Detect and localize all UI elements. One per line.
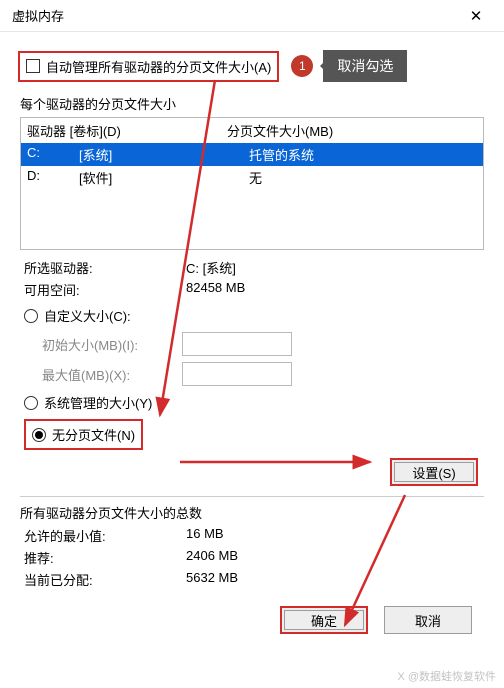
radio-icon — [24, 309, 38, 323]
max-input[interactable] — [182, 362, 292, 386]
hdr-drive: 驱动器 [卷标](D) — [27, 121, 227, 140]
selected-label: 所选驱动器: — [24, 258, 186, 277]
drive-row[interactable]: D: [软件] 无 — [21, 166, 483, 189]
ok-button[interactable]: 确定 — [280, 606, 368, 634]
hdr-size: 分页文件大小(MB) — [227, 121, 333, 140]
drive-letter: D: — [27, 168, 79, 187]
totals-section-label: 所有驱动器分页文件大小的总数 — [20, 503, 484, 522]
radio-label: 自定义大小(C): — [44, 306, 131, 325]
set-button[interactable]: 设置(S) — [390, 458, 478, 486]
min-value: 16 MB — [186, 526, 224, 545]
space-label: 可用空间: — [24, 280, 186, 299]
rec-label: 推荐: — [24, 548, 186, 567]
drive-size: 托管的系统 — [249, 145, 314, 164]
step-badge-1: 1 — [291, 55, 313, 77]
initial-label: 初始大小(MB)(I): — [42, 335, 182, 354]
window-title: 虚拟内存 — [8, 6, 456, 25]
no-paging-highlight: 无分页文件(N) — [24, 419, 143, 450]
min-label: 允许的最小值: — [24, 526, 186, 545]
drive-letter: C: — [27, 145, 79, 164]
radio-system-managed[interactable]: 系统管理的大小(Y) — [24, 393, 480, 412]
auto-manage-checkbox-highlight: 自动管理所有驱动器的分页文件大小(A) — [18, 51, 279, 82]
auto-manage-checkbox[interactable] — [26, 59, 40, 73]
dialog-body: 自动管理所有驱动器的分页文件大小(A) 1 取消勾选 每个驱动器的分页文件大小 … — [0, 32, 504, 644]
callout-text: 取消勾选 — [323, 50, 407, 82]
drive-list: 驱动器 [卷标](D) 分页文件大小(MB) C: [系统] 托管的系统 D: … — [20, 117, 484, 250]
max-label: 最大值(MB)(X): — [42, 365, 182, 384]
titlebar: 虚拟内存 ✕ — [0, 0, 504, 32]
drive-row[interactable]: C: [系统] 托管的系统 — [21, 143, 483, 166]
available-space: 可用空间: 82458 MB — [24, 280, 480, 299]
dialog-buttons: 确定 取消 — [14, 592, 490, 634]
drive-label: [软件] — [79, 168, 249, 187]
cur-value: 5632 MB — [186, 570, 238, 589]
drives-section-label: 每个驱动器的分页文件大小 — [20, 94, 484, 113]
cancel-button[interactable]: 取消 — [384, 606, 472, 634]
cancel-button-label: 取消 — [415, 611, 441, 630]
cur-label: 当前已分配: — [24, 570, 186, 589]
radio-icon — [24, 396, 38, 410]
radio-icon — [32, 428, 46, 442]
watermark: X @数据蛙恢复软件 — [397, 668, 496, 684]
space-value: 82458 MB — [186, 280, 245, 299]
radio-label: 系统管理的大小(Y) — [44, 393, 152, 412]
current-allocated: 当前已分配: 5632 MB — [24, 570, 480, 589]
selected-drive: 所选驱动器: C: [系统] — [24, 258, 480, 277]
divider — [20, 496, 484, 497]
rec-value: 2406 MB — [186, 548, 238, 567]
min-allowed: 允许的最小值: 16 MB — [24, 526, 480, 545]
drive-size: 无 — [249, 168, 262, 187]
drive-list-header: 驱动器 [卷标](D) 分页文件大小(MB) — [21, 118, 483, 143]
drive-label: [系统] — [79, 145, 249, 164]
close-button[interactable]: ✕ — [456, 1, 496, 31]
recommended: 推荐: 2406 MB — [24, 548, 480, 567]
ok-button-label: 确定 — [284, 610, 364, 630]
radio-no-paging[interactable]: 无分页文件(N) — [24, 419, 480, 450]
radio-label: 无分页文件(N) — [52, 425, 135, 444]
auto-manage-row: 自动管理所有驱动器的分页文件大小(A) 1 取消勾选 — [18, 50, 486, 82]
set-button-label: 设置(S) — [394, 462, 474, 482]
selected-value: C: [系统] — [186, 258, 236, 277]
set-button-row: 设置(S) — [26, 458, 478, 486]
auto-manage-label: 自动管理所有驱动器的分页文件大小(A) — [46, 57, 271, 76]
radio-custom-size[interactable]: 自定义大小(C): — [24, 306, 480, 325]
initial-size-field: 初始大小(MB)(I): — [42, 332, 480, 356]
max-size-field: 最大值(MB)(X): — [42, 362, 480, 386]
initial-input[interactable] — [182, 332, 292, 356]
